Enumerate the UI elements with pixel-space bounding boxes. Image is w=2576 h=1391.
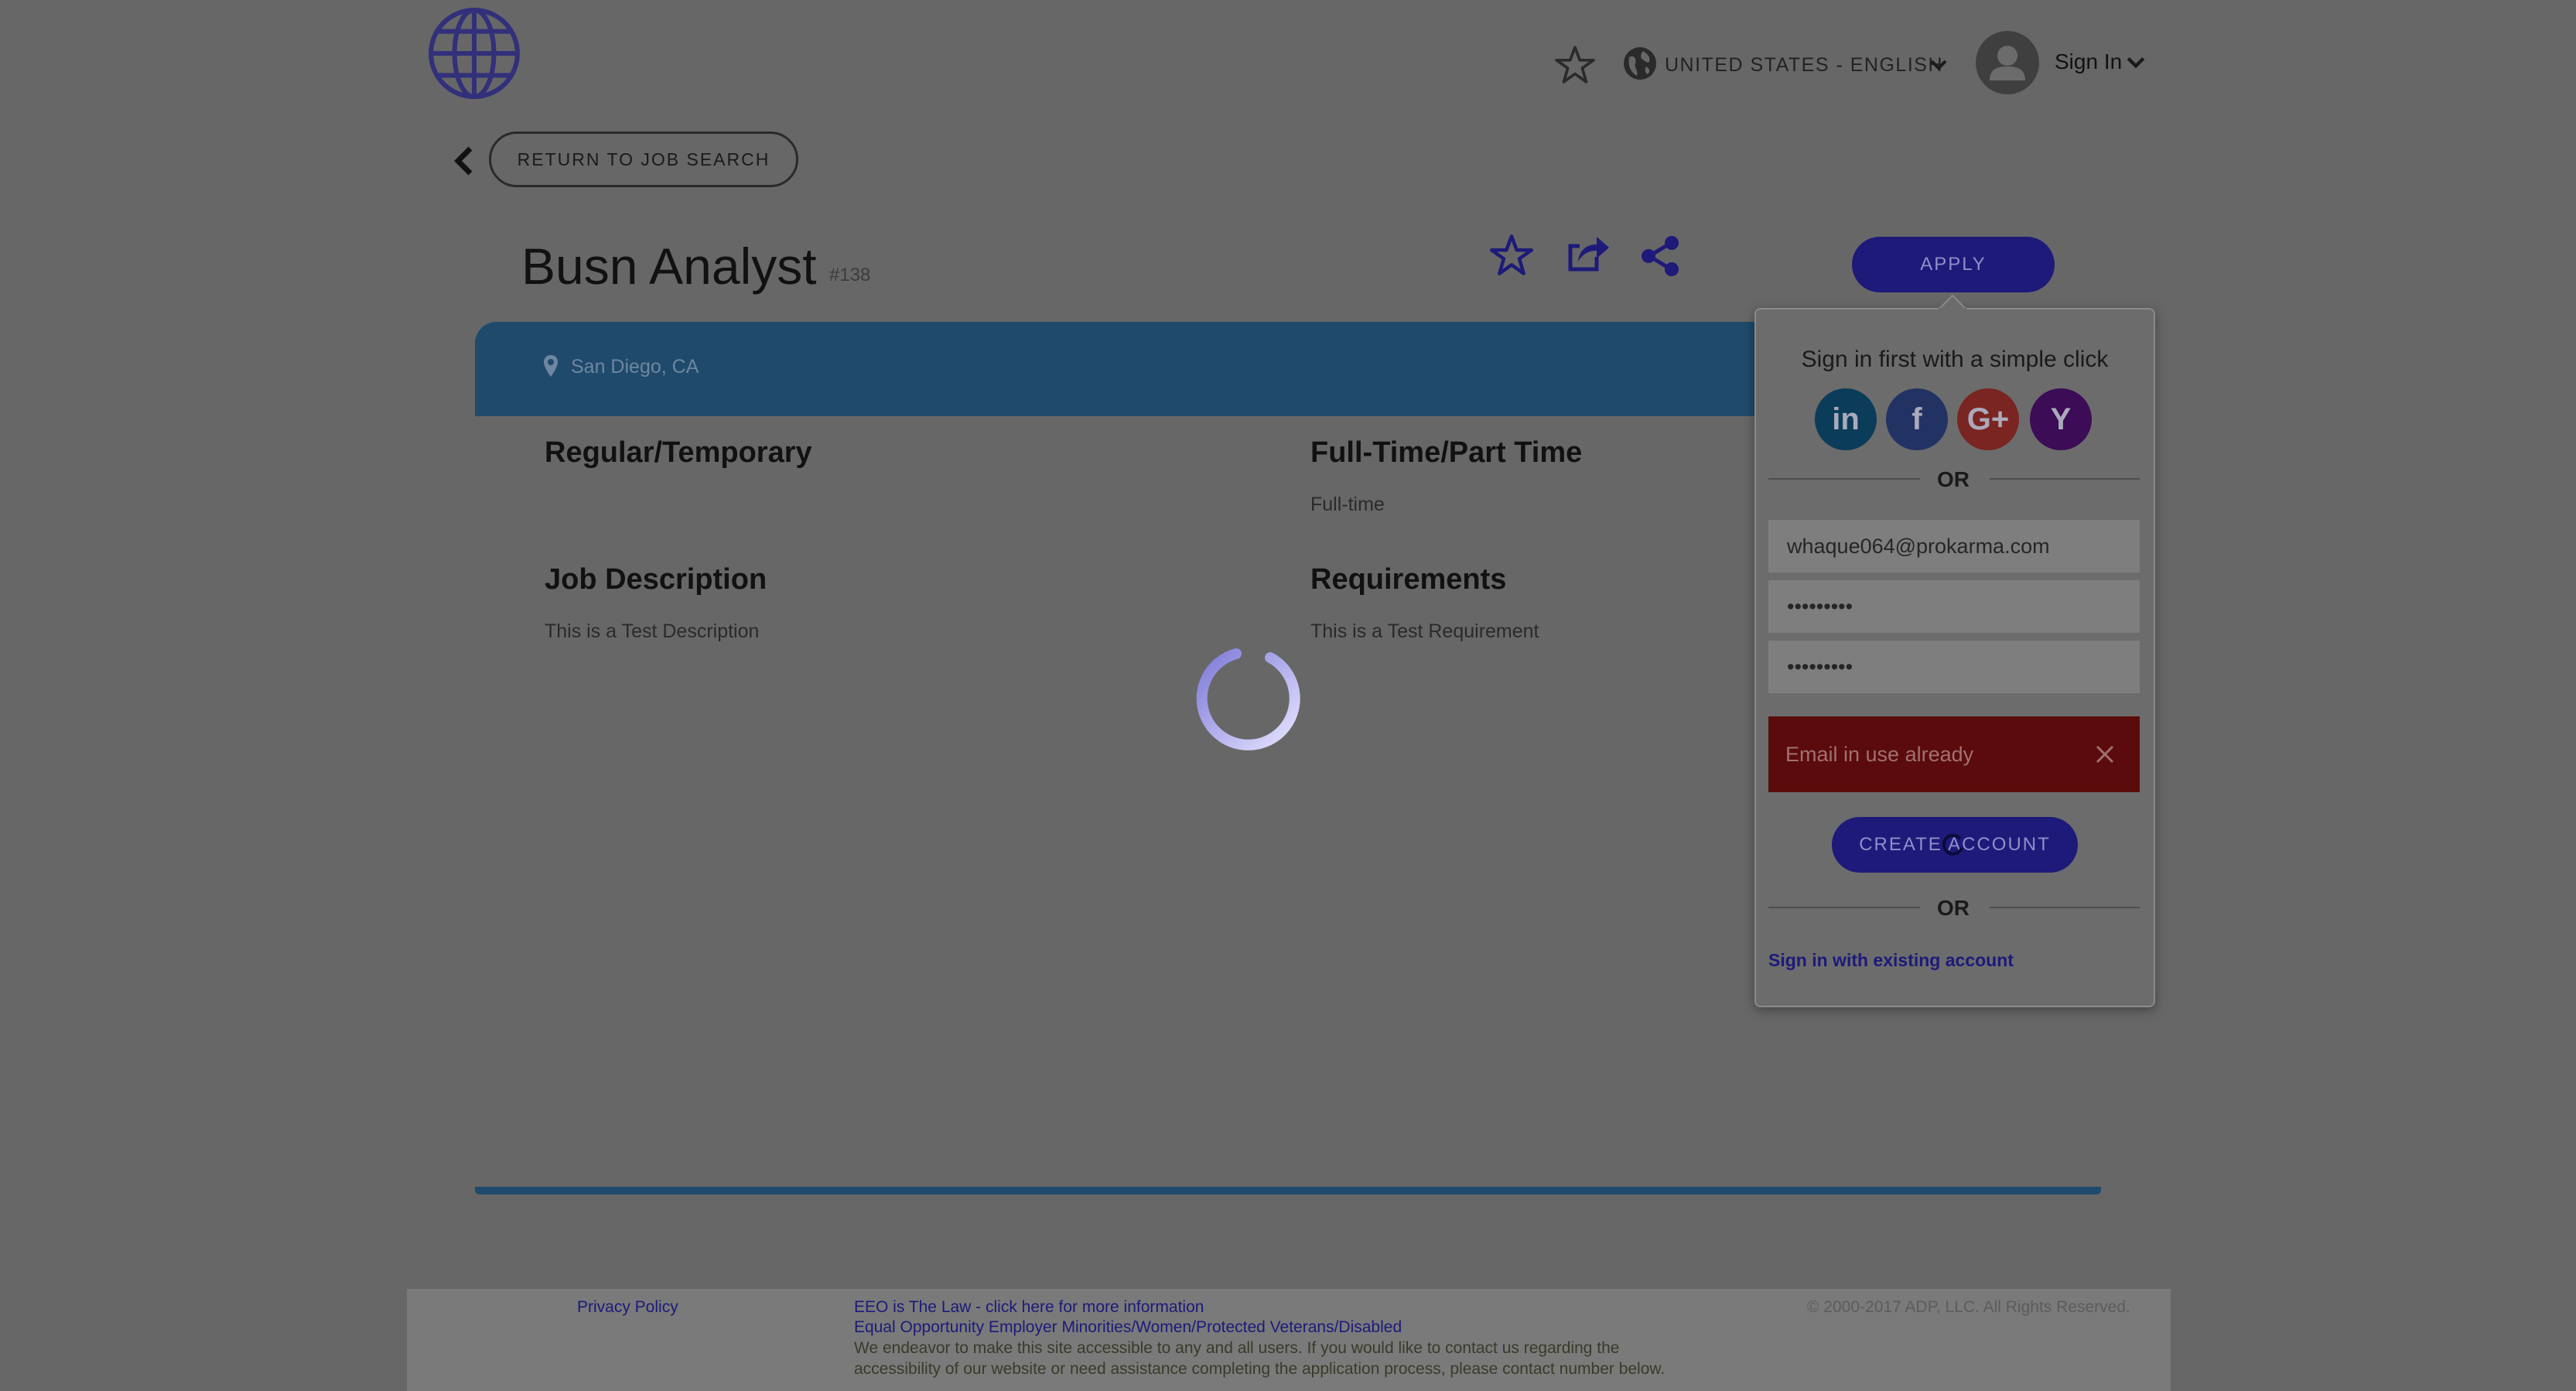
location-pin-icon xyxy=(544,355,558,377)
loading-spinner-icon xyxy=(1942,833,1963,856)
job-number: #138 xyxy=(829,265,871,285)
job-description-heading: Job Description xyxy=(545,563,767,596)
avatar[interactable] xyxy=(1976,31,2039,94)
popup-caret xyxy=(1939,294,1966,309)
copyright: © 2000-2017 ADP, LLC. All Rights Reserve… xyxy=(1807,1298,2130,1316)
fulltime-parttime-heading: Full-Time/Part Time xyxy=(1310,436,1583,469)
chevron-down-icon[interactable] xyxy=(2126,53,2146,73)
yahoo-icon: Y xyxy=(2050,402,2072,436)
sign-in-title: Sign in first with a simple click xyxy=(1801,347,2109,372)
locale-selector[interactable]: UNITED STATES - ENGLISH xyxy=(1665,54,1943,77)
regular-temporary-heading: Regular/Temporary xyxy=(545,436,812,469)
accessibility-text: accessibility of our website or need ass… xyxy=(854,1360,1666,1378)
yahoo-button[interactable]: Y xyxy=(2030,388,2092,450)
google-icon: G+ xyxy=(1966,402,2010,436)
star-icon[interactable] xyxy=(1555,45,1595,85)
back-chevron-icon[interactable] xyxy=(453,145,475,176)
job-location: San Diego, CA xyxy=(571,356,699,378)
export-icon[interactable] xyxy=(1566,234,1611,275)
job-description-value: This is a Test Description xyxy=(545,620,760,642)
error-message: Email in use already xyxy=(1785,742,1974,766)
loading-spinner-icon xyxy=(1196,648,1300,750)
privacy-policy-link[interactable]: Privacy Policy xyxy=(577,1298,678,1317)
eeo-link[interactable]: EEO is The Law - click here for more inf… xyxy=(854,1298,1204,1317)
star-icon[interactable] xyxy=(1490,234,1533,277)
user-icon xyxy=(1990,46,2025,80)
sign-in-existing-account-link[interactable]: Sign in with existing account xyxy=(1768,950,2014,971)
divider xyxy=(1768,907,1920,908)
chevron-down-icon[interactable] xyxy=(1929,56,1948,74)
divider xyxy=(1990,907,2140,908)
divider xyxy=(1990,478,2140,480)
linkedin-button[interactable]: in xyxy=(1815,388,1877,450)
apply-button[interactable]: APPLY xyxy=(1852,237,2055,292)
job-title: Busn Analyst xyxy=(521,238,817,295)
facebook-button[interactable]: f xyxy=(1886,388,1948,450)
sign-in-menu[interactable]: Sign In xyxy=(2055,50,2122,74)
google-button[interactable]: G+ xyxy=(1957,388,2019,450)
fulltime-parttime-value: Full-time xyxy=(1310,494,1385,515)
password-field[interactable] xyxy=(1768,580,2140,633)
globe-logo-icon[interactable] xyxy=(427,6,521,101)
content-bottom-border xyxy=(475,1187,2101,1194)
email-field[interactable] xyxy=(1768,520,2140,572)
divider xyxy=(1768,478,1920,480)
share-icon[interactable] xyxy=(1640,235,1680,277)
globe-icon xyxy=(1624,47,1656,80)
confirm-password-field[interactable] xyxy=(1768,641,2140,693)
eeo-statement: Equal Opportunity Employer Minorities/Wo… xyxy=(854,1318,1402,1336)
facebook-icon: f xyxy=(1912,402,1922,436)
requirements-heading: Requirements xyxy=(1310,563,1507,596)
close-icon[interactable] xyxy=(2095,744,2115,764)
or-separator: OR xyxy=(1937,896,1970,920)
or-separator: OR xyxy=(1937,467,1970,491)
linkedin-icon: in xyxy=(1832,402,1860,436)
accessibility-text: We endeavor to make this site accessible… xyxy=(854,1339,1620,1357)
requirements-value: This is a Test Requirement xyxy=(1310,620,1539,642)
return-to-job-search-button[interactable]: RETURN TO JOB SEARCH xyxy=(489,132,798,187)
error-alert: Email in use already xyxy=(1768,716,2140,792)
